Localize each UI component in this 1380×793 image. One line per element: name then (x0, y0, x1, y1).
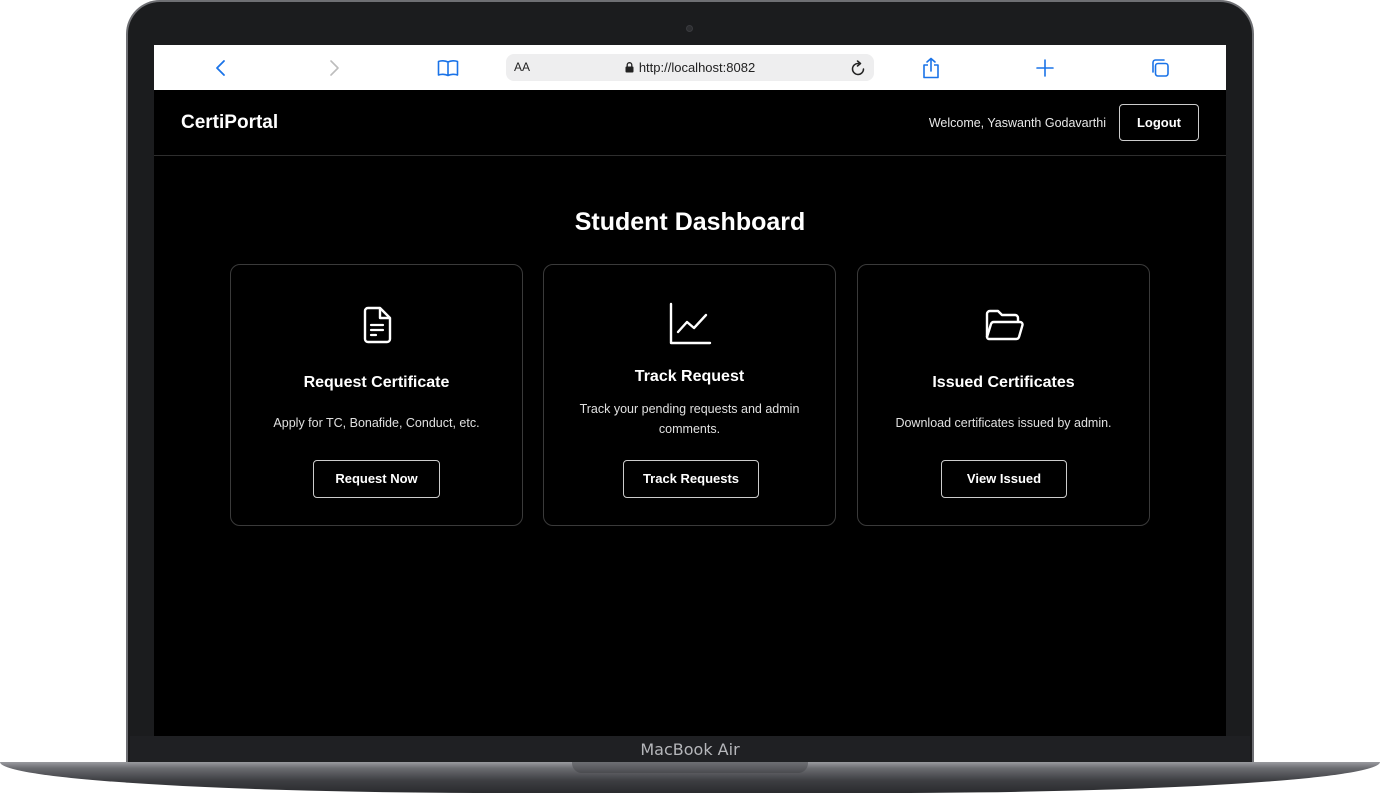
brand-logo[interactable]: CertiPortal (181, 90, 278, 156)
card-title: Track Request (634, 368, 745, 385)
card-issued-certificates: Issued Certificates Download certificate… (857, 264, 1150, 526)
folder-icon (858, 307, 1149, 343)
card-title: Request Certificate (303, 374, 450, 391)
track-requests-button[interactable]: Track Requests (623, 460, 759, 498)
page-title: Student Dashboard (574, 208, 806, 236)
new-tab-icon[interactable] (1035, 45, 1055, 90)
view-issued-button[interactable]: View Issued (941, 460, 1067, 498)
card-description: Download certificates issued by admin. (895, 416, 1112, 430)
browser-toolbar: AA http://localhost:8082 (154, 45, 1226, 90)
reload-icon[interactable] (851, 60, 866, 81)
card-description: Apply for TC, Bonafide, Conduct, etc. (273, 416, 480, 430)
laptop-notch (572, 762, 808, 773)
url-display: http://localhost:8082 (506, 54, 874, 82)
line-chart-icon (544, 302, 835, 346)
url-text: http://localhost:8082 (638, 60, 756, 75)
card-track-request: Track Request Track your pending request… (543, 264, 836, 526)
tabs-icon[interactable] (1149, 45, 1171, 90)
forward-icon[interactable] (324, 45, 344, 90)
screen: AA http://localhost:8082 CertiPortal Wel… (154, 45, 1226, 736)
card-request-certificate: Request Certificate Apply for TC, Bonafi… (230, 264, 523, 526)
request-now-button[interactable]: Request Now (313, 460, 440, 498)
document-icon (231, 305, 522, 345)
model-label: MacBook Air (130, 736, 1250, 764)
welcome-text: Welcome, Yaswanth Godavarthi (928, 116, 1106, 130)
bookmarks-icon[interactable] (436, 45, 460, 90)
card-description: Track your pending requests and admin co… (579, 402, 800, 436)
share-icon[interactable] (920, 45, 942, 90)
card-title: Issued Certificates (932, 374, 1075, 391)
lock-icon (625, 55, 634, 82)
app-header: CertiPortal Welcome, Yaswanth Godavarthi… (154, 90, 1226, 156)
address-bar[interactable]: AA http://localhost:8082 (506, 54, 874, 81)
logout-button[interactable]: Logout (1119, 104, 1199, 141)
back-icon[interactable] (210, 45, 230, 90)
camera-icon (686, 25, 693, 32)
